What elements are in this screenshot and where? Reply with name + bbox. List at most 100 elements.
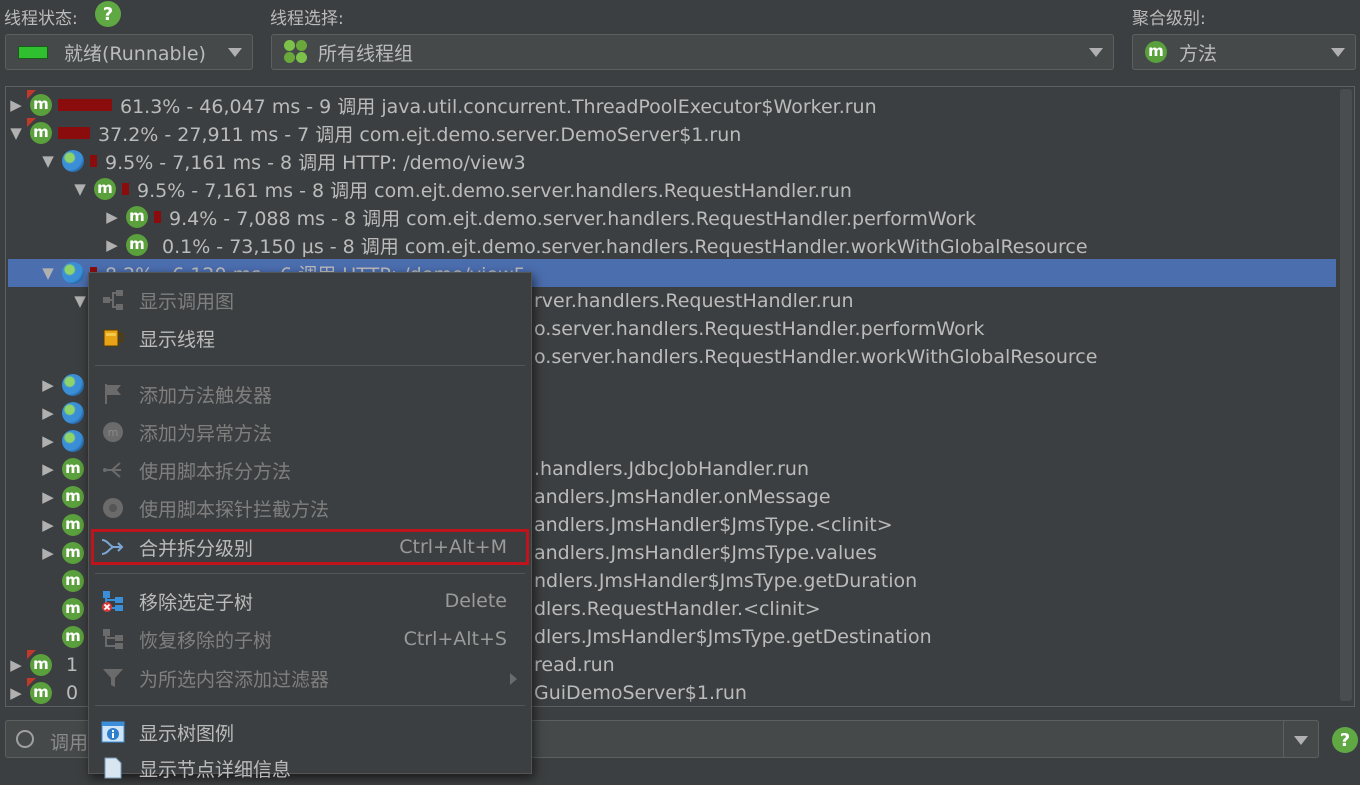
row-text: read.run (534, 654, 615, 676)
row-text: 9.5% - 7,161 ms - 8 调用 HTTP: /demo/view3 (105, 151, 526, 174)
menu-item-label: 显示树图例 (139, 722, 235, 745)
tree-row[interactable]: ▼ 9.5% - 7,161 ms - 8 调用 HTTP: /demo/vie… (8, 147, 1336, 175)
expand-icon[interactable]: ▶ (40, 516, 56, 534)
method-icon: m (126, 234, 148, 256)
expand-icon[interactable]: ▶ (40, 432, 56, 450)
menu-item-label: 显示线程 (139, 328, 216, 351)
menu-item-add-exception-method[interactable]: m 添加为异常方法 (89, 415, 531, 449)
aggregation-label: 聚合级别: (1132, 9, 1206, 29)
merge-icon (101, 539, 124, 555)
thread-state-value: 就绪(Runnable) (64, 42, 206, 65)
menu-item-split-with-script[interactable]: 使用脚本拆分方法 (89, 453, 531, 487)
document-icon (104, 757, 122, 779)
filter-placeholder: 调用 (50, 732, 89, 754)
tree-row[interactable]: ▼ m 9.5% - 7,161 ms - 8 调用 com.ejt.demo.… (8, 175, 1336, 203)
expand-icon[interactable]: ▶ (8, 656, 24, 674)
menu-item-label: 添加为异常方法 (139, 422, 273, 445)
menu-item-show-call-graph[interactable]: 显示调用图 (89, 283, 531, 317)
menu-item-label: 合并拆分级别 (139, 537, 254, 560)
percentage-bar (58, 99, 112, 111)
method-icon: m (62, 570, 84, 592)
collapse-icon[interactable]: ▼ (40, 152, 56, 170)
method-icon: m (62, 486, 84, 508)
menu-item-show-tree-legend[interactable]: 显示树图例 (89, 715, 531, 749)
expand-icon[interactable]: ▶ (104, 208, 120, 226)
menu-item-shortcut: Ctrl+Alt+S (403, 628, 507, 650)
collapse-icon[interactable]: ▼ (8, 124, 24, 142)
collapse-icon[interactable]: ▼ (40, 264, 56, 282)
collapse-icon[interactable]: ▼ (72, 180, 88, 198)
row-text: dlers.JmsHandler$JmsType.getDestination (534, 626, 932, 648)
chevron-down-icon (228, 48, 242, 57)
aggregation-dropdown[interactable]: m 方法 (1132, 34, 1356, 70)
menu-item-add-method-trigger[interactable]: 添加方法触发器 (89, 377, 531, 411)
info-icon (101, 721, 125, 743)
chevron-down-icon (1089, 48, 1103, 57)
menu-item-merge-split-levels[interactable]: 合并拆分级别 Ctrl+Alt+M (91, 529, 529, 565)
thread-group-icon (284, 40, 308, 64)
thread-select-label: 线程选择: (270, 9, 344, 29)
search-icon (16, 730, 34, 748)
call-graph-icon (103, 290, 123, 310)
menu-item-label: 显示调用图 (139, 290, 235, 313)
expand-icon[interactable]: ▶ (40, 488, 56, 506)
expand-icon[interactable]: ▶ (104, 236, 120, 254)
tree-row[interactable]: ▶ m 61.3% - 46,047 ms - 9 调用 java.util.c… (8, 90, 1336, 119)
percentage-bar (122, 183, 129, 195)
menu-item-label: 显示节点详细信息 (139, 758, 292, 781)
tree-row[interactable]: ▶ m 0.1% - 73,150 µs - 8 调用 com.ejt.demo… (8, 231, 1336, 259)
method-icon: m (27, 650, 52, 676)
row-text: .handlers.JdbcJobHandler.run (534, 458, 810, 480)
menu-item-restore-subtree[interactable]: 恢复移除的子树 Ctrl+Alt+S (89, 622, 531, 656)
row-text: andlers.JmsHandler.onMessage (534, 486, 831, 508)
menu-item-add-filter[interactable]: 为所选内容添加过滤器 (89, 661, 531, 695)
menu-item-label: 使用脚本拆分方法 (139, 460, 292, 483)
row-text: dlers.RequestHandler.<clinit> (534, 598, 821, 620)
globe-icon (62, 262, 84, 284)
row-text: 61.3% - 46,047 ms - 9 调用 java.util.concu… (120, 95, 877, 118)
filter-history-dropdown[interactable] (1283, 720, 1319, 758)
menu-item-show-thread[interactable]: 显示线程 (89, 321, 531, 355)
method-icon: m (126, 206, 148, 228)
expand-icon[interactable]: ▶ (40, 404, 56, 422)
context-menu[interactable]: 显示调用图 显示线程 添加方法触发器 m 添加为异常方法 使用脚本拆分方法 使用… (88, 272, 532, 781)
restore-subtree-icon (103, 629, 123, 649)
thread-state-dropdown[interactable]: 就绪(Runnable) (5, 34, 253, 70)
menu-item-shortcut: Delete (444, 590, 507, 612)
runnable-state-icon (18, 45, 48, 59)
percentage-bar (154, 211, 161, 223)
row-text: andlers.JmsHandler$JmsType.<clinit> (534, 514, 893, 536)
help-icon[interactable]: ? (95, 1, 121, 27)
tree-row[interactable]: ▼ m 37.2% - 27,911 ms - 7 调用 com.ejt.dem… (8, 118, 1336, 147)
exception-method-icon: m (103, 422, 123, 442)
expand-icon[interactable]: ▶ (40, 376, 56, 394)
help-icon[interactable]: ? (1332, 727, 1358, 753)
globe-icon (62, 374, 84, 396)
vertical-scrollbar[interactable] (1340, 89, 1352, 701)
thread-select-dropdown[interactable]: 所有线程组 (271, 34, 1114, 70)
row-text: GuiDemoServer$1.run (534, 682, 747, 704)
expand-icon[interactable]: ▶ (40, 460, 56, 478)
expand-icon[interactable]: ▶ (40, 544, 56, 562)
menu-item-remove-subtree[interactable]: 移除选定子树 Delete (89, 584, 531, 618)
globe-icon (62, 150, 84, 172)
expand-icon[interactable]: ▶ (8, 96, 24, 114)
menu-item-shortcut: Ctrl+Alt+M (399, 536, 507, 558)
globe-icon (62, 402, 84, 424)
svg-text:m: m (108, 426, 119, 439)
row-text: 9.4% - 7,088 ms - 8 调用 com.ejt.demo.serv… (169, 207, 977, 230)
menu-item-intercept-with-probe[interactable]: 使用脚本探针拦截方法 (89, 491, 531, 525)
remove-subtree-icon (102, 591, 123, 612)
submenu-arrow-icon (510, 673, 517, 685)
row-text: 0.1% - 73,150 µs - 8 调用 com.ejt.demo.ser… (162, 235, 1088, 258)
expand-icon[interactable]: ▶ (8, 684, 24, 702)
menu-item-show-node-details[interactable]: 显示节点详细信息 (89, 751, 531, 785)
tree-row[interactable]: ▶ m 9.4% - 7,088 ms - 8 调用 com.ejt.demo.… (8, 203, 1336, 231)
thread-cup-icon (103, 329, 123, 347)
flag-icon (105, 384, 121, 404)
method-icon: m (27, 118, 52, 144)
row-text: 37.2% - 27,911 ms - 7 调用 com.ejt.demo.se… (98, 123, 742, 146)
row-text-prefix: 0 (66, 682, 79, 704)
menu-item-label: 为所选内容添加过滤器 (139, 668, 330, 691)
collapse-icon[interactable]: ▼ (72, 292, 88, 310)
